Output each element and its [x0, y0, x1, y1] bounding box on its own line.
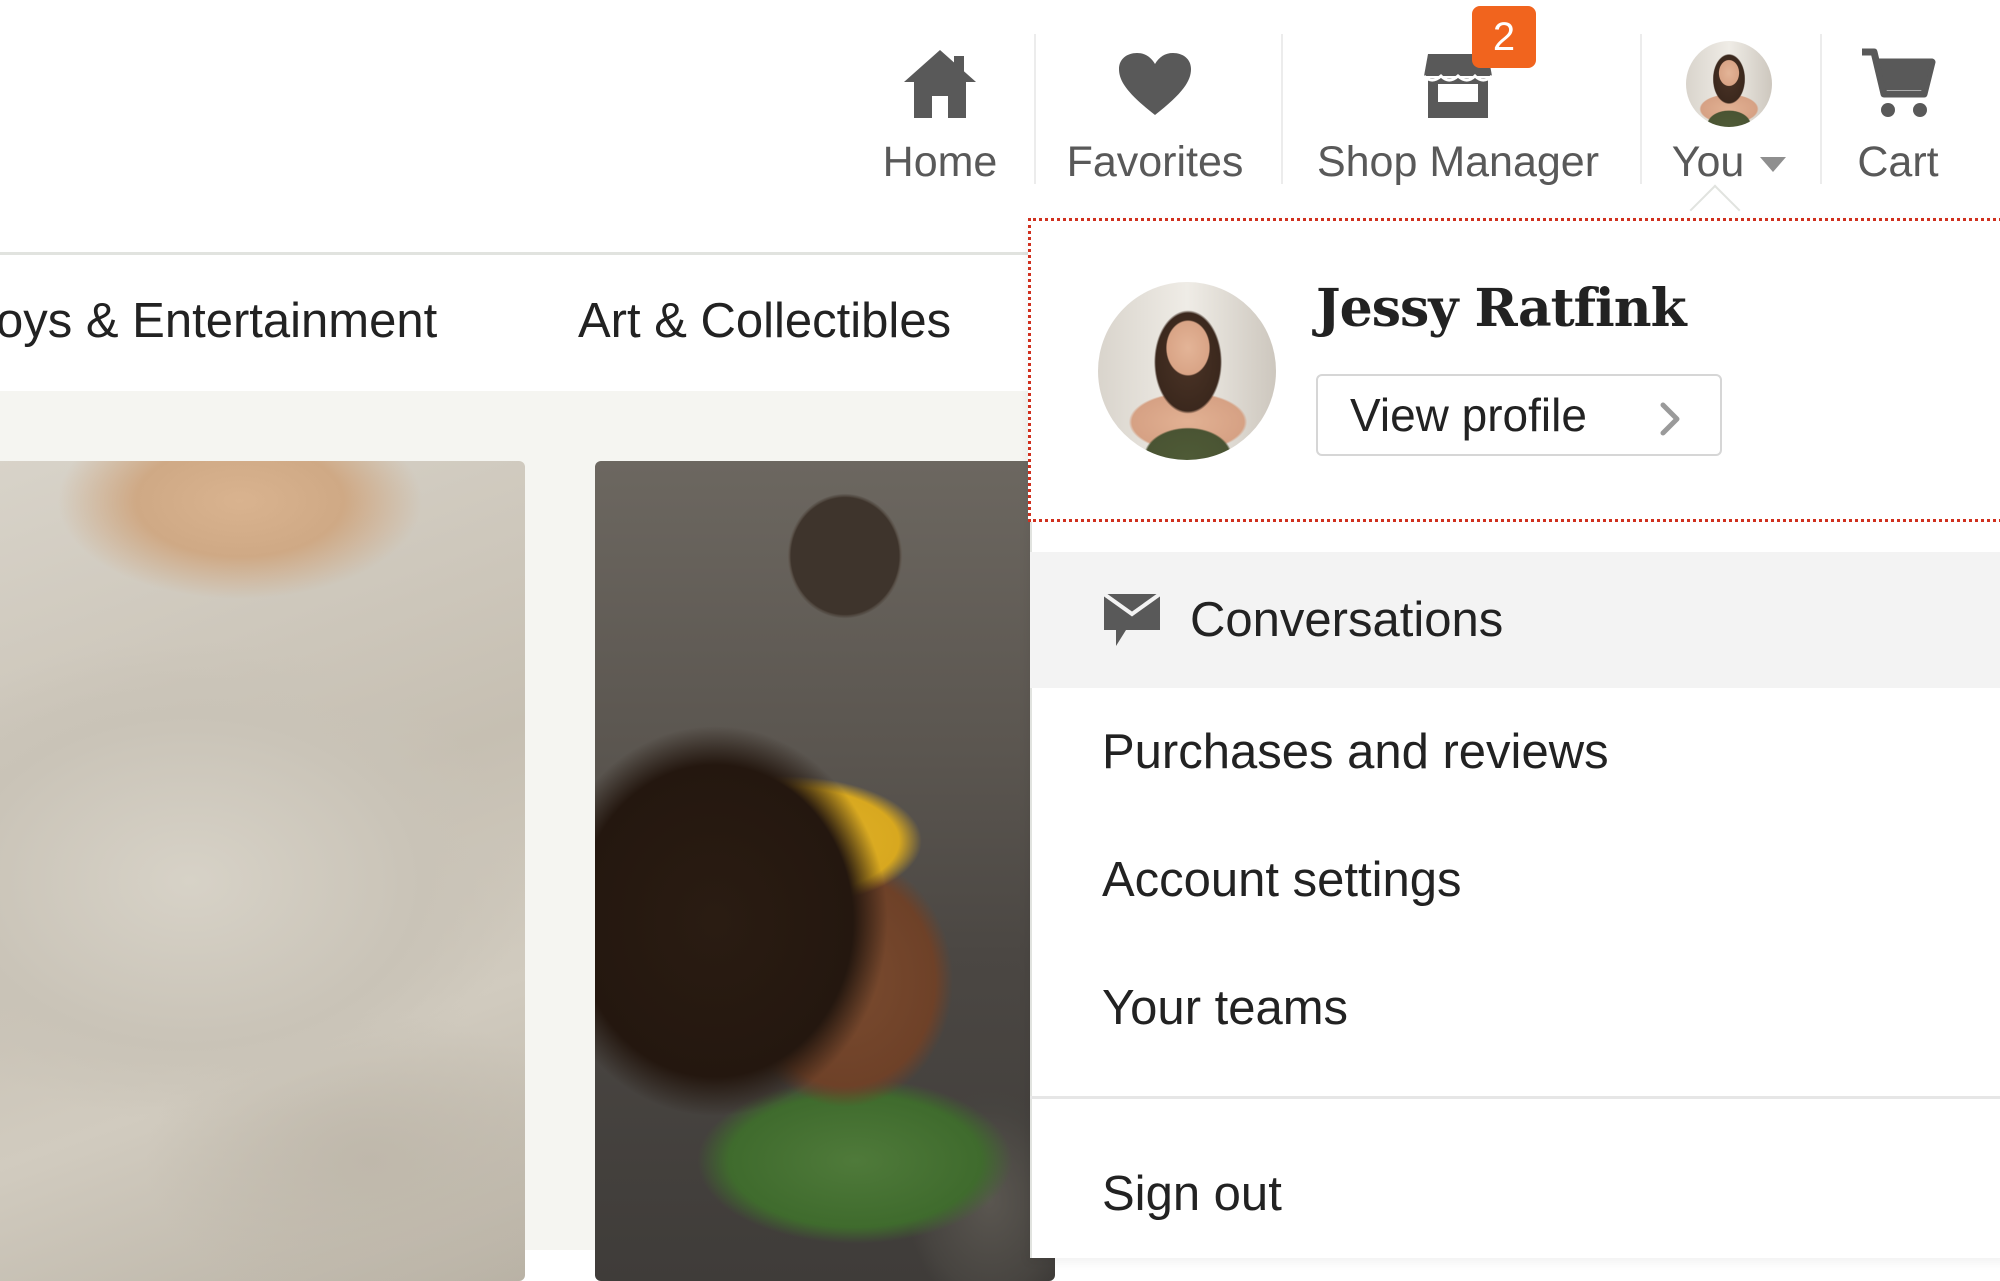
product-image-sweater[interactable] [0, 461, 525, 1281]
nav-cart-label: Cart [1857, 138, 1939, 186]
avatar [1686, 38, 1772, 130]
profile-name: Jessy Ratfink [1316, 278, 1687, 339]
notification-badge: 2 [1472, 6, 1536, 68]
nav-favorites-label: Favorites [1066, 138, 1244, 186]
cart-icon [1860, 38, 1936, 130]
menu-item-sign-out[interactable]: Sign out [1030, 1154, 2000, 1234]
menu-item-account-settings[interactable]: Account settings [1030, 840, 2000, 920]
nav-home[interactable]: Home [870, 30, 1010, 190]
category-toys-entertainment[interactable]: oys & Entertainment [0, 293, 437, 349]
nav-divider [1820, 34, 1822, 184]
nav-you-label: You [1672, 134, 1787, 190]
menu-item-label: Purchases and reviews [1102, 725, 1609, 779]
menu-item-label: Sign out [1102, 1167, 1282, 1221]
nav-shop-manager[interactable]: Shop Manager [1308, 30, 1608, 190]
chevron-right-icon [1660, 402, 1680, 441]
menu-item-label: Your teams [1102, 981, 1349, 1035]
profile-avatar [1098, 282, 1276, 460]
menu-divider [1030, 1096, 2000, 1099]
view-profile-button[interactable]: View profile [1316, 374, 1722, 456]
nav-cart[interactable]: Cart [1838, 30, 1958, 190]
menu-item-purchases-reviews[interactable]: Purchases and reviews [1030, 712, 2000, 792]
caret-down-icon [1760, 157, 1787, 173]
category-art-collectibles[interactable]: Art & Collectibles [578, 293, 951, 349]
nav-shop-manager-label: Shop Manager [1316, 138, 1600, 186]
conversations-icon [1102, 590, 1162, 650]
nav-home-label: Home [882, 138, 998, 186]
nav-favorites[interactable]: Favorites [1060, 30, 1250, 190]
menu-item-conversations[interactable]: Conversations [1030, 552, 2000, 688]
nav-divider [1281, 34, 1283, 184]
product-image-headband[interactable] [595, 461, 1055, 1281]
view-profile-label: View profile [1350, 389, 1587, 441]
nav-divider [1034, 34, 1036, 184]
nav-you-text: You [1671, 138, 1745, 186]
menu-item-label: Conversations [1190, 593, 1504, 647]
menu-item-your-teams[interactable]: Your teams [1030, 968, 2000, 1048]
nav-divider [1640, 34, 1642, 184]
home-icon [902, 38, 978, 130]
menu-item-label: Account settings [1102, 853, 1462, 907]
nav-you[interactable]: You [1664, 30, 1794, 190]
heart-icon [1117, 38, 1193, 130]
